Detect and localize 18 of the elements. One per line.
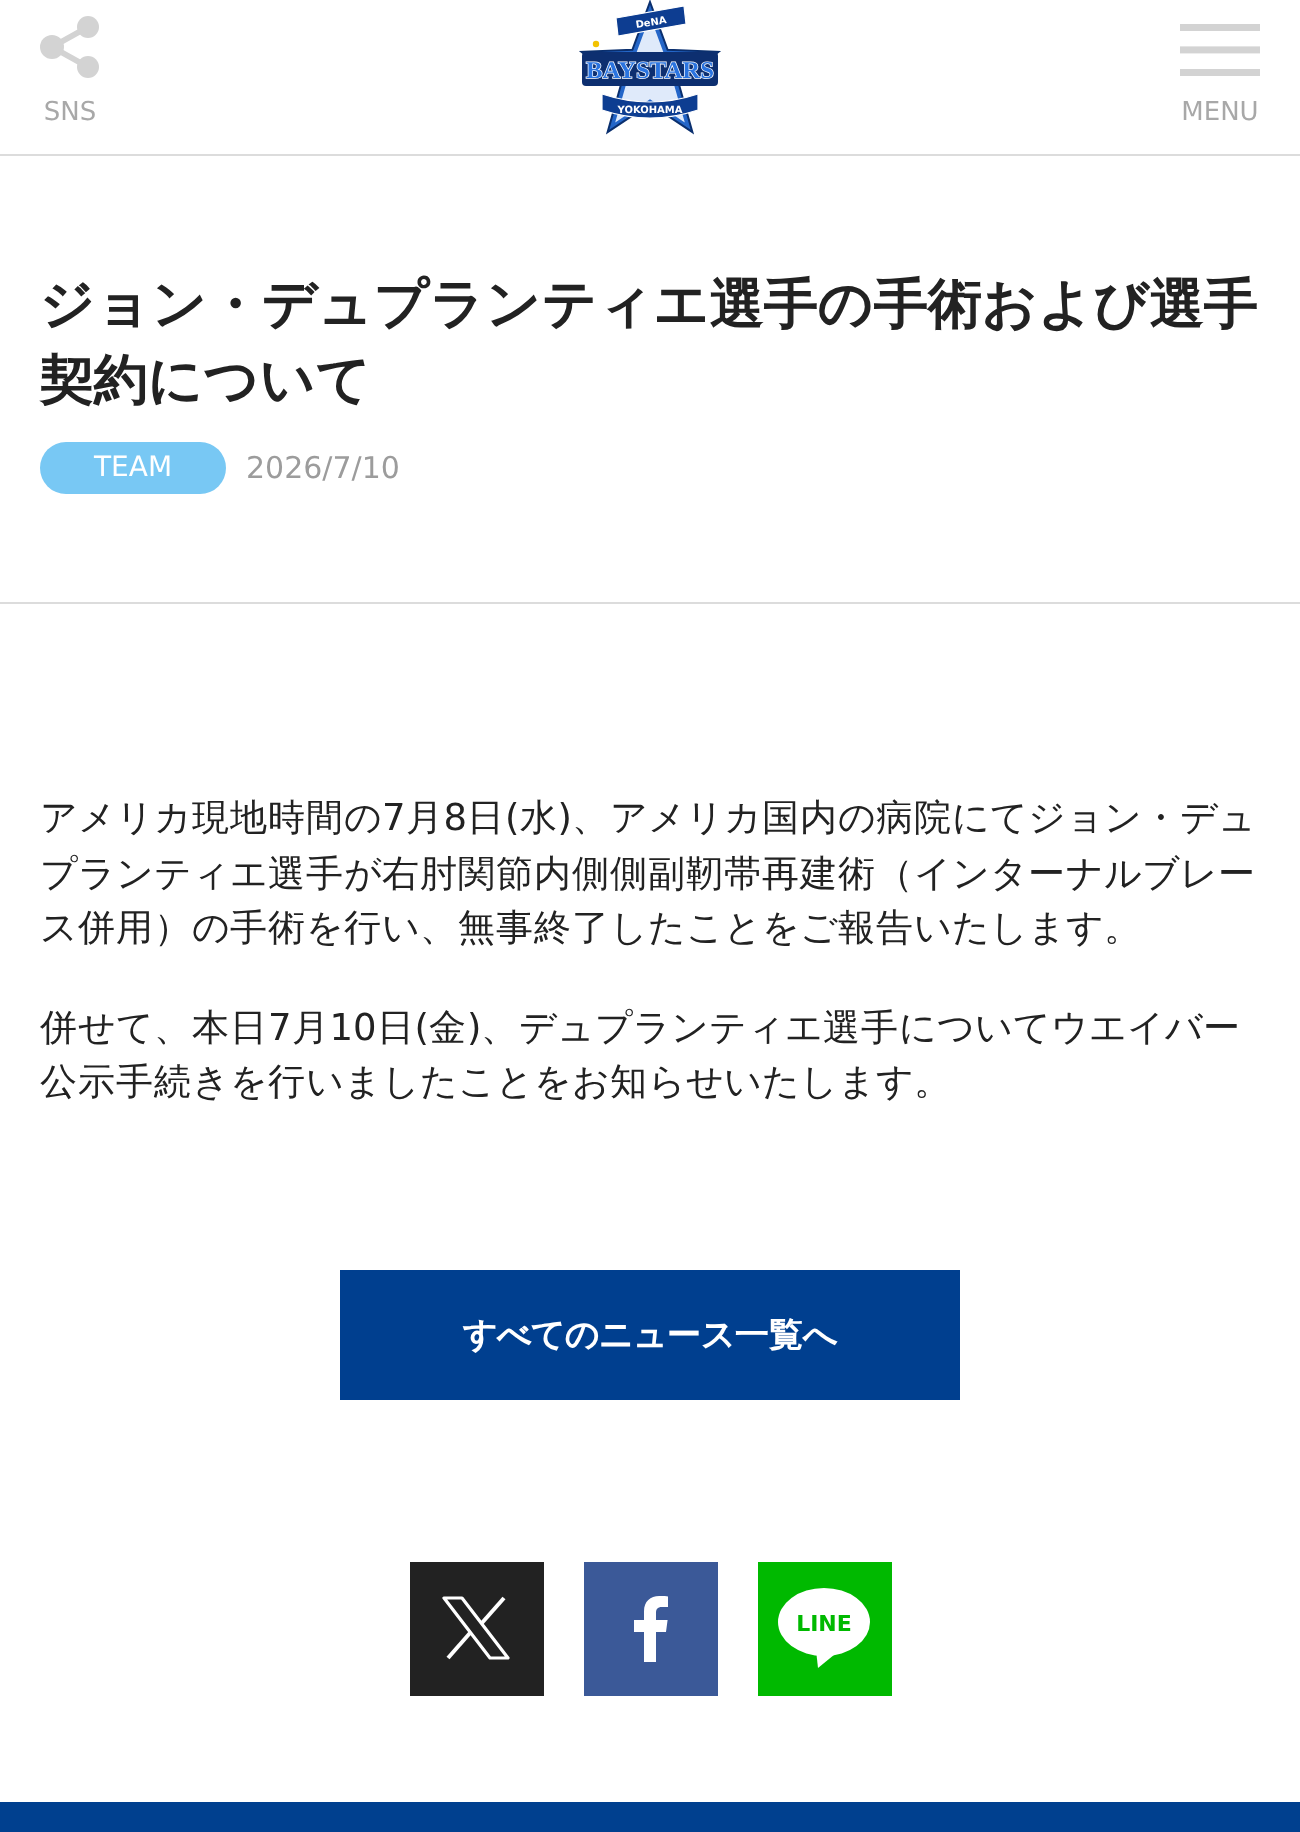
line-share-button[interactable]: LINE	[757, 1561, 891, 1695]
menu-icon	[1180, 24, 1260, 76]
share-icon	[40, 16, 100, 78]
x-logo-icon	[442, 1596, 510, 1660]
article-paragraph: アメリカ現地時間の7月8日(水)、アメリカ国内の病院にてジョン・デュプランティエ選手が右肘関節内側側副靭帯再建術（インターナルブレース併用）の手術を行い、無事終了したことをご報告いたします。	[40, 796, 1258, 954]
category-tag: TEAM	[40, 442, 226, 494]
menu-button[interactable]: MENU	[1180, 16, 1260, 128]
x-share-button[interactable]	[409, 1561, 543, 1695]
article-title: ジョン・デュプランティエ選手の手術および選手契約について	[40, 272, 1260, 416]
star-emblem-icon[interactable]	[578, 0, 722, 135]
f-logo-icon	[632, 1594, 668, 1662]
article-paragraph: 併せて、本日7月10日(金)、デュプランティエ選手についてウエイバー公示手続きを行いましたことをお知らせいたします。	[40, 1005, 1244, 1108]
facebook-share-button[interactable]	[583, 1561, 717, 1695]
speech-bubble-icon	[778, 1588, 870, 1668]
sns-button[interactable]: SNS	[40, 16, 100, 128]
article-date: 2026/7/10	[246, 450, 400, 486]
logo-wordmark: BAYSTARS	[586, 56, 711, 84]
all-news-button[interactable]: すべてのニュース一覧へ	[340, 1269, 960, 1399]
